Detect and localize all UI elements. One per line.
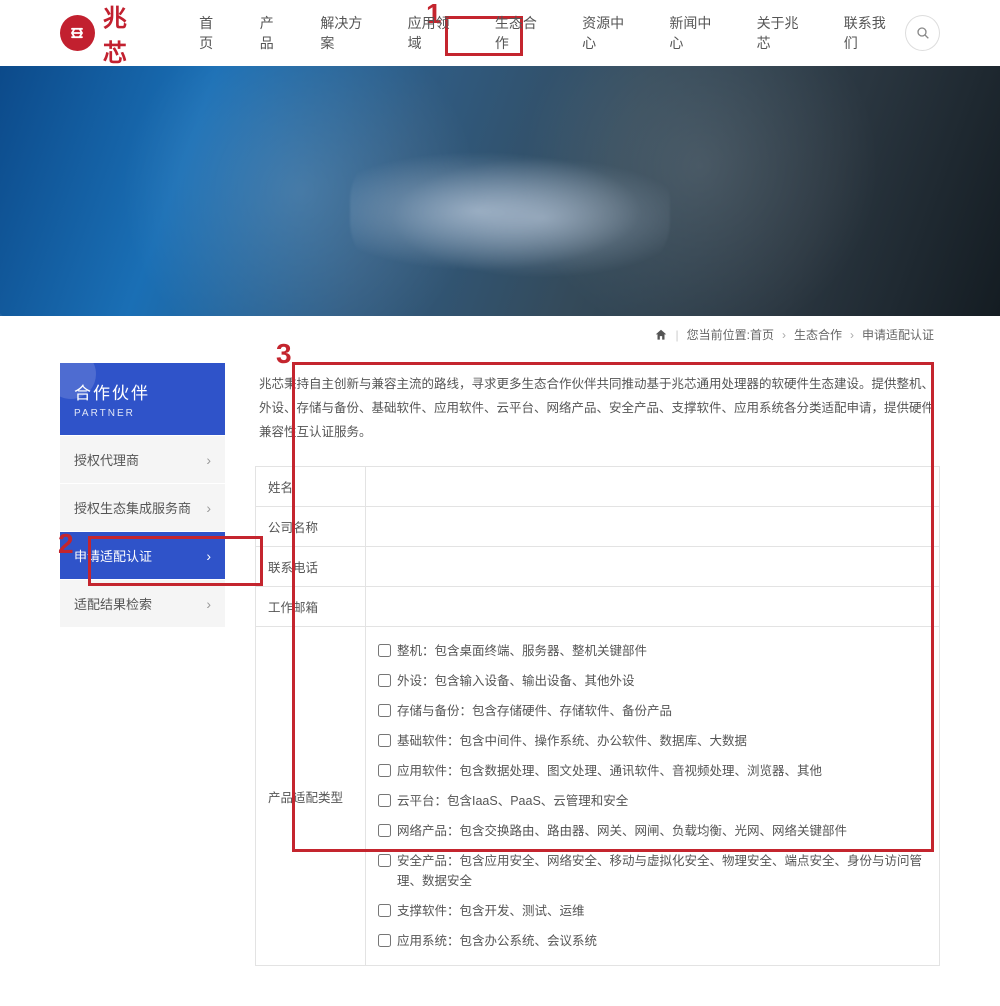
- category-checkbox[interactable]: [378, 734, 391, 747]
- category-checkbox-label: 云平台：包含IaaS、PaaS、云管理和安全: [397, 791, 628, 811]
- category-checkbox-label: 支撑软件：包含开发、测试、运维: [397, 901, 585, 921]
- search-icon: [915, 25, 931, 41]
- category-checkbox-label: 基础软件：包含中间件、操作系统、办公软件、数据库、大数据: [397, 731, 747, 751]
- application-form: 姓名 公司名称 联系电话 工作邮箱 产品适配类型: [255, 466, 940, 966]
- nav-contact[interactable]: 联系我们: [836, 7, 905, 59]
- breadcrumb-current: 您当前位置:首页: [687, 326, 774, 343]
- sidebar-item-label: 申请适配认证: [74, 546, 152, 565]
- nav-solutions[interactable]: 解决方案: [312, 7, 381, 59]
- category-checkbox[interactable]: [378, 824, 391, 837]
- category-checkbox-label: 网络产品：包含交换路由、路由器、网关、网闸、负载均衡、光网、网络关键部件: [397, 821, 847, 841]
- category-checkbox[interactable]: [378, 794, 391, 807]
- sidebar-item-label: 授权生态集成服务商: [74, 498, 191, 517]
- intro-text: 兆芯秉持自主创新与兼容主流的路线，寻求更多生态合作伙伴共同推动基于兆芯通用处理器…: [259, 373, 940, 444]
- category-checkbox[interactable]: [378, 764, 391, 777]
- chevron-right-icon: ›: [206, 452, 211, 468]
- category-checkbox[interactable]: [378, 704, 391, 717]
- sidebar-title-zh: 合作伙伴: [74, 379, 211, 404]
- category-checkbox-label: 应用系统：包含办公系统、会议系统: [397, 931, 597, 951]
- input-phone-cell[interactable]: [366, 547, 940, 587]
- label-email: 工作邮箱: [256, 587, 366, 627]
- top-nav: 首页 产品 解决方案 应用领域 生态合作 资源中心 新闻中心 关于兆芯 联系我们: [191, 7, 905, 59]
- logo-text: 兆芯: [103, 0, 151, 68]
- input-name-cell[interactable]: [366, 467, 940, 507]
- input-email-cell[interactable]: [366, 587, 940, 627]
- logo-icon: [60, 15, 95, 51]
- label-name: 姓名: [256, 467, 366, 507]
- label-category: 产品适配类型: [256, 627, 366, 966]
- category-checkbox-label: 存储与备份：包含存储硬件、存储软件、备份产品: [397, 701, 672, 721]
- sidebar-item-label: 授权代理商: [74, 450, 139, 469]
- category-checkbox[interactable]: [378, 934, 391, 947]
- sidebar-item-search-results[interactable]: 适配结果检索 ›: [60, 579, 225, 627]
- category-checkbox-label: 整机：包含桌面终端、服务器、整机关键部件: [397, 641, 647, 661]
- search-button[interactable]: [905, 15, 940, 51]
- category-checkbox-label: 应用软件：包含数据处理、图文处理、通讯软件、音视频处理、浏览器、其他: [397, 761, 822, 781]
- label-phone: 联系电话: [256, 547, 366, 587]
- category-checkbox-row[interactable]: 应用软件：包含数据处理、图文处理、通讯软件、音视频处理、浏览器、其他: [378, 761, 927, 781]
- nav-ecosystem[interactable]: 生态合作: [487, 7, 556, 59]
- main-panel: 兆芯秉持自主创新与兼容主流的路线，寻求更多生态合作伙伴共同推动基于兆芯通用处理器…: [255, 363, 940, 966]
- chevron-right-icon: ›: [206, 596, 211, 612]
- home-icon: [654, 328, 668, 342]
- sidebar-title-en: PARTNER: [74, 408, 211, 419]
- sidebar-header: 合作伙伴 PARTNER: [60, 363, 225, 435]
- input-company-cell[interactable]: [366, 507, 940, 547]
- nav-about[interactable]: 关于兆芯: [749, 7, 818, 59]
- label-company: 公司名称: [256, 507, 366, 547]
- breadcrumb-link-2[interactable]: 申请适配认证: [862, 326, 934, 343]
- logo[interactable]: 兆芯: [60, 0, 151, 68]
- category-checkbox-row[interactable]: 存储与备份：包含存储硬件、存储软件、备份产品: [378, 701, 927, 721]
- nav-products[interactable]: 产品: [252, 7, 295, 59]
- nav-news[interactable]: 新闻中心: [661, 7, 730, 59]
- sidebar-item-integrators[interactable]: 授权生态集成服务商 ›: [60, 483, 225, 531]
- category-checkbox[interactable]: [378, 904, 391, 917]
- category-checkbox[interactable]: [378, 644, 391, 657]
- category-checkbox-row[interactable]: 基础软件：包含中间件、操作系统、办公软件、数据库、大数据: [378, 731, 927, 751]
- breadcrumb: | 您当前位置:首页 › 生态合作 › 申请适配认证: [0, 316, 1000, 353]
- chevron-right-icon: ›: [206, 548, 211, 564]
- category-checkbox-label: 外设：包含输入设备、输出设备、其他外设: [397, 671, 635, 691]
- header: 兆芯 首页 产品 解决方案 应用领域 生态合作 资源中心 新闻中心 关于兆芯 联…: [0, 0, 1000, 66]
- category-checkbox-row[interactable]: 安全产品：包含应用安全、网络安全、移动与虚拟化安全、物理安全、端点安全、身份与访…: [378, 851, 927, 891]
- category-checkbox-row[interactable]: 应用系统：包含办公系统、会议系统: [378, 931, 927, 951]
- category-checkbox-label: 安全产品：包含应用安全、网络安全、移动与虚拟化安全、物理安全、端点安全、身份与访…: [397, 851, 927, 891]
- category-checkbox[interactable]: [378, 674, 391, 687]
- nav-resources[interactable]: 资源中心: [574, 7, 643, 59]
- chevron-right-icon: ›: [206, 500, 211, 516]
- nav-applications[interactable]: 应用领域: [400, 7, 469, 59]
- category-checkbox[interactable]: [378, 854, 391, 867]
- category-checkbox-row[interactable]: 外设：包含输入设备、输出设备、其他外设: [378, 671, 927, 691]
- hero-banner: [0, 66, 1000, 316]
- sidebar-item-apply-cert[interactable]: 申请适配认证 ›: [60, 531, 225, 579]
- sidebar: 合作伙伴 PARTNER 授权代理商 › 授权生态集成服务商 › 申请适配认证 …: [60, 363, 225, 627]
- category-checkbox-row[interactable]: 云平台：包含IaaS、PaaS、云管理和安全: [378, 791, 927, 811]
- category-checkbox-row[interactable]: 支撑软件：包含开发、测试、运维: [378, 901, 927, 921]
- category-checkbox-row[interactable]: 网络产品：包含交换路由、路由器、网关、网闸、负载均衡、光网、网络关键部件: [378, 821, 927, 841]
- sidebar-item-label: 适配结果检索: [74, 594, 152, 613]
- checkbox-list-cell: 整机：包含桌面终端、服务器、整机关键部件外设：包含输入设备、输出设备、其他外设存…: [366, 627, 940, 966]
- sidebar-item-agents[interactable]: 授权代理商 ›: [60, 435, 225, 483]
- category-checkbox-row[interactable]: 整机：包含桌面终端、服务器、整机关键部件: [378, 641, 927, 661]
- nav-home[interactable]: 首页: [191, 7, 234, 59]
- breadcrumb-link-1[interactable]: 生态合作: [794, 326, 842, 343]
